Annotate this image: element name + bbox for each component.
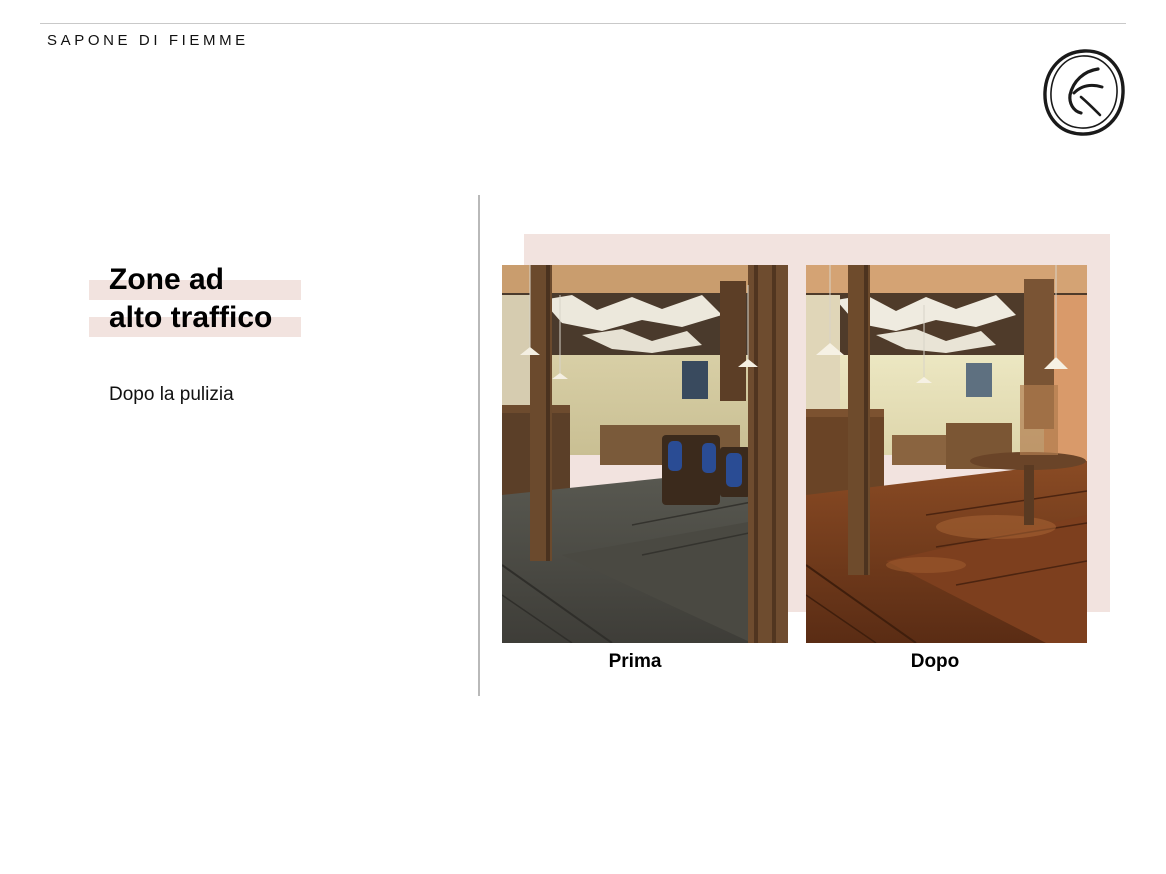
vertical-divider: [478, 195, 480, 696]
brand-name: SAPONE DI FIEMME: [47, 32, 249, 49]
slide-subtitle: Dopo la pulizia: [109, 384, 234, 405]
after-cleaning-photo: [806, 265, 1087, 643]
header-divider: [40, 23, 1126, 24]
before-cleaning-photo: [502, 265, 788, 643]
circle-swirl-logo-icon: [1043, 49, 1125, 136]
after-caption: Dopo: [910, 651, 960, 672]
title-line-2: alto traffico: [109, 301, 273, 334]
title-line-1: Zone ad: [109, 263, 225, 296]
slide-title: Zone ad alto traffico: [89, 262, 301, 342]
before-caption: Prima: [608, 651, 662, 672]
